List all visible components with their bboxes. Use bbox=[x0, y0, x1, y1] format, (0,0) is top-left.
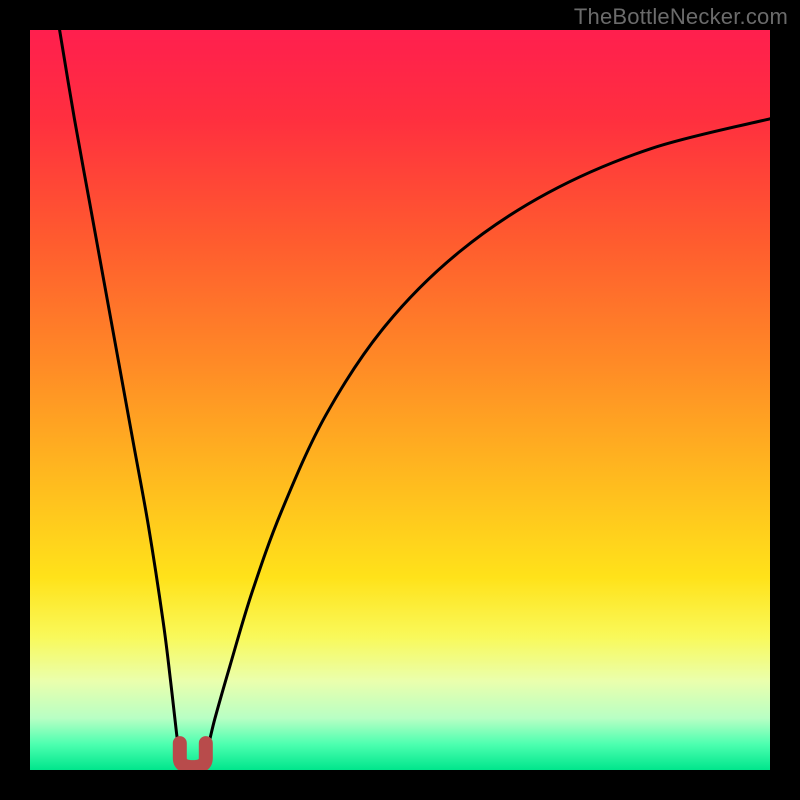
watermark-text: TheBottleNecker.com bbox=[574, 4, 788, 30]
chart-svg bbox=[30, 30, 770, 770]
plot-area bbox=[30, 30, 770, 770]
gradient-background bbox=[30, 30, 770, 770]
chart-frame: TheBottleNecker.com bbox=[0, 0, 800, 800]
